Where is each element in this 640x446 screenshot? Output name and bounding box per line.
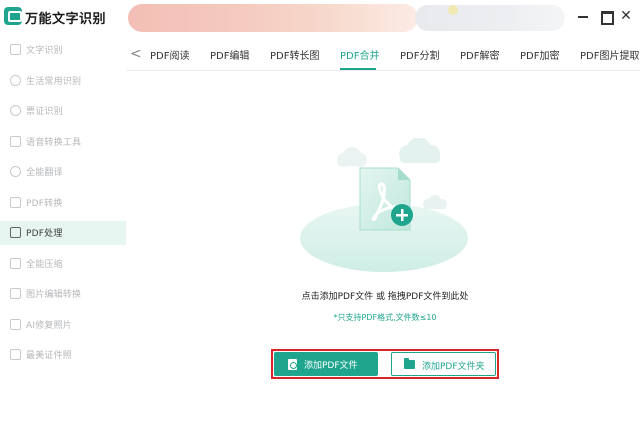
app-title: 万能文字识别 [25,12,107,27]
vip-icon [448,5,458,15]
tab-scroll-left-icon[interactable]: < [130,46,142,62]
sidebar-item-compress[interactable]: 全能压缩 [0,252,126,276]
sidebar: 文字识别 生活常用识别 票证识别 语音转换工具 全能翻译 PDF转换 PDF处理 [0,36,126,446]
cloud-left-icon [337,147,367,167]
sidebar-item-pdf-convert[interactable]: PDF转换 [0,191,126,215]
tab-pdf-split[interactable]: PDF分割 [400,47,439,62]
compress-icon [10,258,21,269]
sidebar-item-label: 全能翻译 [26,168,63,178]
text-scan-icon [10,44,21,55]
pdf-process-icon [10,227,21,238]
tab-pdf-decrypt[interactable]: PDF解密 [460,47,499,62]
pdf-convert-icon [10,197,21,208]
sidebar-item-ai-photo-fix[interactable]: AI修复照片 [0,313,126,337]
tab-pdf-read[interactable]: PDF阅读 [150,47,189,62]
minimize-button[interactable] [575,8,591,24]
tab-pdf-to-long-image[interactable]: PDF转长图 [270,47,319,62]
cloud-right-icon [399,138,440,163]
sidebar-item-pdf-process[interactable]: PDF处理 [0,221,126,245]
pdf-upload-illustration[interactable] [298,138,470,278]
divider [126,70,640,71]
sidebar-item-translate[interactable]: 全能翻译 [0,160,126,184]
sidebar-item-label: 最美证件照 [26,351,73,361]
add-pdf-folder-button[interactable]: 添加PDF文件夹 [391,352,496,376]
sidebar-item-label: 语音转换工具 [26,138,82,148]
sidebar-item-label: 生活常用识别 [26,77,82,87]
promo-banner[interactable] [128,4,418,32]
sidebar-item-ticket-ocr[interactable]: 票证识别 [0,99,126,123]
account-area[interactable] [415,5,565,31]
app-logo-icon [4,7,22,25]
sidebar-item-text-ocr[interactable]: 文字识别 [0,38,126,62]
title-bar: 万能文字识别 ✕ [0,0,640,36]
sidebar-item-label: 票证识别 [26,107,63,117]
sidebar-item-label: PDF转换 [26,199,63,209]
folder-icon [404,358,415,369]
sidebar-item-life-ocr[interactable]: 生活常用识别 [0,69,126,93]
app-window: 万能文字识别 ✕ 文字识别 生活常用识别 票证识别 语音转换工具 全能翻译 PD… [0,0,640,446]
ticket-scan-icon [10,105,21,116]
translate-icon [10,166,21,177]
image-edit-icon [10,288,21,299]
sidebar-item-voice-tools[interactable]: 语音转换工具 [0,130,126,154]
sidebar-item-label: 图片编辑转换 [26,290,82,300]
add-pdf-folder-label: 添加PDF文件夹 [422,362,485,372]
add-plus-icon [391,204,413,226]
tab-bar: < PDF阅读 PDF编辑 PDF转长图 PDF合并 PDF分割 PDF解密 P… [126,40,640,70]
sidebar-item-label: PDF处理 [26,229,63,239]
tab-pdf-merge[interactable]: PDF合并 [340,47,379,62]
add-pdf-file-label: 添加PDF文件 [304,361,358,371]
drop-hint-text: 点击添加PDF文件 或 拖拽PDF文件到此处 [301,292,469,302]
tab-pdf-image-extract[interactable]: PDF图片提取 [580,47,639,62]
cloud-small-icon [423,195,447,209]
life-scan-icon [10,75,21,86]
sidebar-item-image-edit[interactable]: 图片编辑转换 [0,282,126,306]
tab-pdf-encrypt[interactable]: PDF加密 [520,47,559,62]
maximize-button[interactable] [598,8,614,25]
file-limit-note: *只支持PDF格式,文件数≤10 [333,313,437,322]
close-button[interactable]: ✕ [618,8,634,24]
sidebar-item-id-photo[interactable]: 最美证件照 [0,343,126,367]
id-photo-icon [10,349,21,360]
add-pdf-file-button[interactable]: 添加PDF文件 [274,352,378,376]
sidebar-item-label: 全能压缩 [26,260,63,270]
sidebar-item-label: AI修复照片 [26,321,73,331]
ai-photo-fix-icon [10,319,21,330]
pdf-file-icon [288,359,297,370]
sidebar-item-label: 文字识别 [26,46,63,56]
tab-pdf-edit[interactable]: PDF编辑 [210,47,249,62]
voice-convert-icon [10,136,21,147]
